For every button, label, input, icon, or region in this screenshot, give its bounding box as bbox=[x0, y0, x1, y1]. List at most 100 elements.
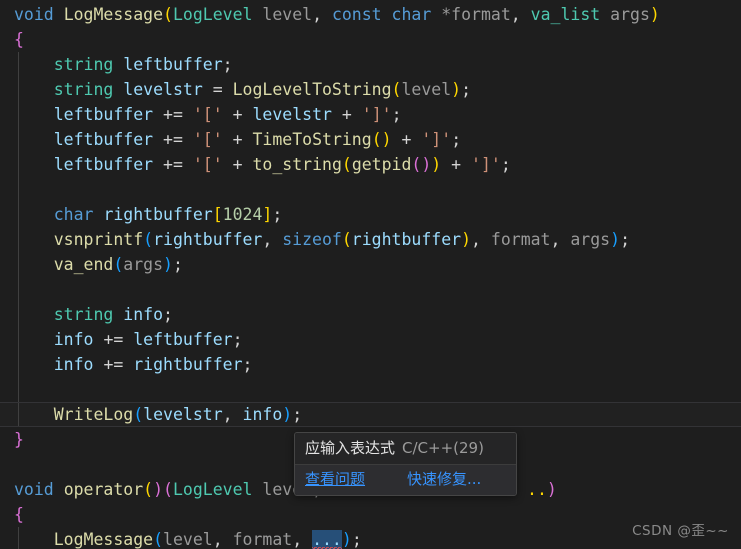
indent-guide bbox=[18, 102, 19, 127]
token-variable: levelstr bbox=[123, 80, 203, 99]
diagnostic-message: 应输入表达式 bbox=[305, 439, 396, 457]
code-line[interactable]: LogMessage(level, format, ...); bbox=[0, 527, 741, 549]
token-variable: rightbuffer bbox=[133, 355, 243, 374]
indent-guide bbox=[18, 377, 19, 402]
code-line[interactable]: void LogMessage(LogLevel level, const ch… bbox=[0, 2, 741, 27]
token-punct: ; bbox=[620, 230, 630, 249]
token-keyword: sizeof bbox=[282, 230, 342, 249]
code-line[interactable]: va_end(args); bbox=[0, 252, 741, 277]
token-operator: + bbox=[451, 155, 462, 174]
code-line-blank[interactable] bbox=[0, 377, 741, 402]
token-string: '[' bbox=[192, 155, 223, 174]
token-variable: levelstr bbox=[252, 105, 332, 124]
token-operator: + bbox=[341, 105, 352, 124]
token-number: 1024 bbox=[222, 205, 263, 224]
token-type: LogLevel bbox=[172, 480, 253, 499]
token-variable: info bbox=[123, 305, 164, 324]
token-punct: ; bbox=[461, 80, 472, 99]
token-punct: , bbox=[222, 405, 233, 424]
token-operator: + bbox=[232, 130, 243, 149]
token-bracket: ] bbox=[262, 205, 273, 224]
code-line[interactable]: vsnprintf(rightbuffer, sizeof(rightbuffe… bbox=[0, 227, 741, 252]
token-bracket: () bbox=[411, 155, 432, 174]
token-variable: leftbuffer bbox=[133, 330, 233, 349]
code-line[interactable]: info += leftbuffer; bbox=[0, 327, 741, 352]
code-line-current[interactable]: WriteLog(levelstr, info); bbox=[0, 402, 741, 427]
token-bracket: ( bbox=[153, 530, 164, 549]
token-bracket: ) bbox=[649, 5, 660, 24]
indent-guide bbox=[18, 302, 19, 327]
token-function: LogLevelToString bbox=[232, 80, 392, 99]
code-line[interactable]: info += rightbuffer; bbox=[0, 352, 741, 377]
token-punct: , bbox=[550, 230, 561, 249]
token-parameter: args bbox=[610, 5, 650, 24]
token-parameter: level bbox=[262, 5, 313, 24]
token-string: ']' bbox=[421, 130, 452, 149]
code-line[interactable]: leftbuffer += '[' + to_string(getpid()) … bbox=[0, 152, 741, 177]
error-token-ellipsis[interactable]: ... bbox=[312, 530, 342, 549]
token-punct: ; bbox=[351, 530, 362, 549]
token-punct: , bbox=[212, 530, 223, 549]
token-punct: ; bbox=[391, 105, 402, 124]
token-type: string bbox=[53, 305, 114, 324]
code-line-blank[interactable] bbox=[0, 177, 741, 202]
token-variable: leftbuffer bbox=[123, 55, 223, 74]
token-parameter: format bbox=[490, 230, 551, 249]
token-bracket: ( bbox=[143, 230, 154, 249]
token-ellipsis: . bbox=[527, 480, 537, 499]
indent-guide bbox=[18, 403, 19, 426]
token-bracket: ) bbox=[163, 255, 173, 274]
token-punct: ; bbox=[172, 255, 183, 274]
token-function: operator bbox=[63, 480, 144, 499]
token-bracket: ( bbox=[391, 80, 402, 99]
indent-guide bbox=[18, 202, 19, 227]
token-type: string bbox=[53, 80, 114, 99]
token-bracket: ( bbox=[113, 255, 124, 274]
code-line[interactable]: leftbuffer += '[' + levelstr + ']'; bbox=[0, 102, 741, 127]
token-parameter: level bbox=[163, 530, 213, 549]
token-punct: ; bbox=[500, 155, 511, 174]
token-punct: ; bbox=[272, 205, 283, 224]
token-bracket: [ bbox=[212, 205, 223, 224]
token-string: '[' bbox=[192, 130, 223, 149]
token-punct: , bbox=[312, 5, 322, 24]
token-punct: , bbox=[510, 5, 521, 24]
indent-guide bbox=[18, 352, 19, 377]
code-line[interactable]: string leftbuffer; bbox=[0, 52, 741, 77]
token-bracket: ( bbox=[341, 155, 352, 174]
token-parameter: level bbox=[401, 80, 452, 99]
token-variable: leftbuffer bbox=[53, 155, 154, 174]
token-bracket: ( bbox=[143, 480, 154, 499]
token-brace: { bbox=[14, 30, 24, 49]
token-punct: ; bbox=[292, 405, 303, 424]
code-line[interactable]: string info; bbox=[0, 302, 741, 327]
token-operator: + bbox=[232, 105, 243, 124]
token-punct: ; bbox=[222, 55, 233, 74]
indent-guide bbox=[18, 127, 19, 152]
token-string: '[' bbox=[192, 105, 223, 124]
token-bracket: ( bbox=[341, 230, 352, 249]
diagnostic-actions: 查看问题 快速修复... bbox=[295, 465, 516, 495]
token-bracket: ) bbox=[282, 405, 293, 424]
token-bracket: ) bbox=[461, 230, 472, 249]
token-variable: info bbox=[53, 355, 94, 374]
diagnostic-source: C/C++(29) bbox=[402, 439, 484, 457]
token-operator: = bbox=[212, 80, 223, 99]
quick-fix-link[interactable]: 快速修复... bbox=[407, 469, 481, 489]
code-line-blank[interactable] bbox=[0, 277, 741, 302]
token-keyword: char bbox=[391, 5, 432, 24]
code-line[interactable]: char rightbuffer[1024]; bbox=[0, 202, 741, 227]
code-line[interactable]: { bbox=[0, 502, 741, 527]
diagnostic-hover-popup[interactable]: 应输入表达式 C/C++(29) 查看问题 快速修复... bbox=[294, 432, 517, 496]
view-problem-link[interactable]: 查看问题 bbox=[305, 469, 365, 489]
code-line[interactable]: leftbuffer += '[' + TimeToString() + ']'… bbox=[0, 127, 741, 152]
token-type: string bbox=[53, 55, 114, 74]
indent-guide bbox=[18, 527, 19, 549]
code-line[interactable]: string levelstr = LogLevelToString(level… bbox=[0, 77, 741, 102]
token-punct: ; bbox=[163, 305, 173, 324]
code-line[interactable]: { bbox=[0, 27, 741, 52]
token-variable: info bbox=[53, 330, 94, 349]
indent-guide bbox=[18, 227, 19, 252]
token-punct: ; bbox=[451, 130, 462, 149]
token-punct: , bbox=[471, 230, 481, 249]
